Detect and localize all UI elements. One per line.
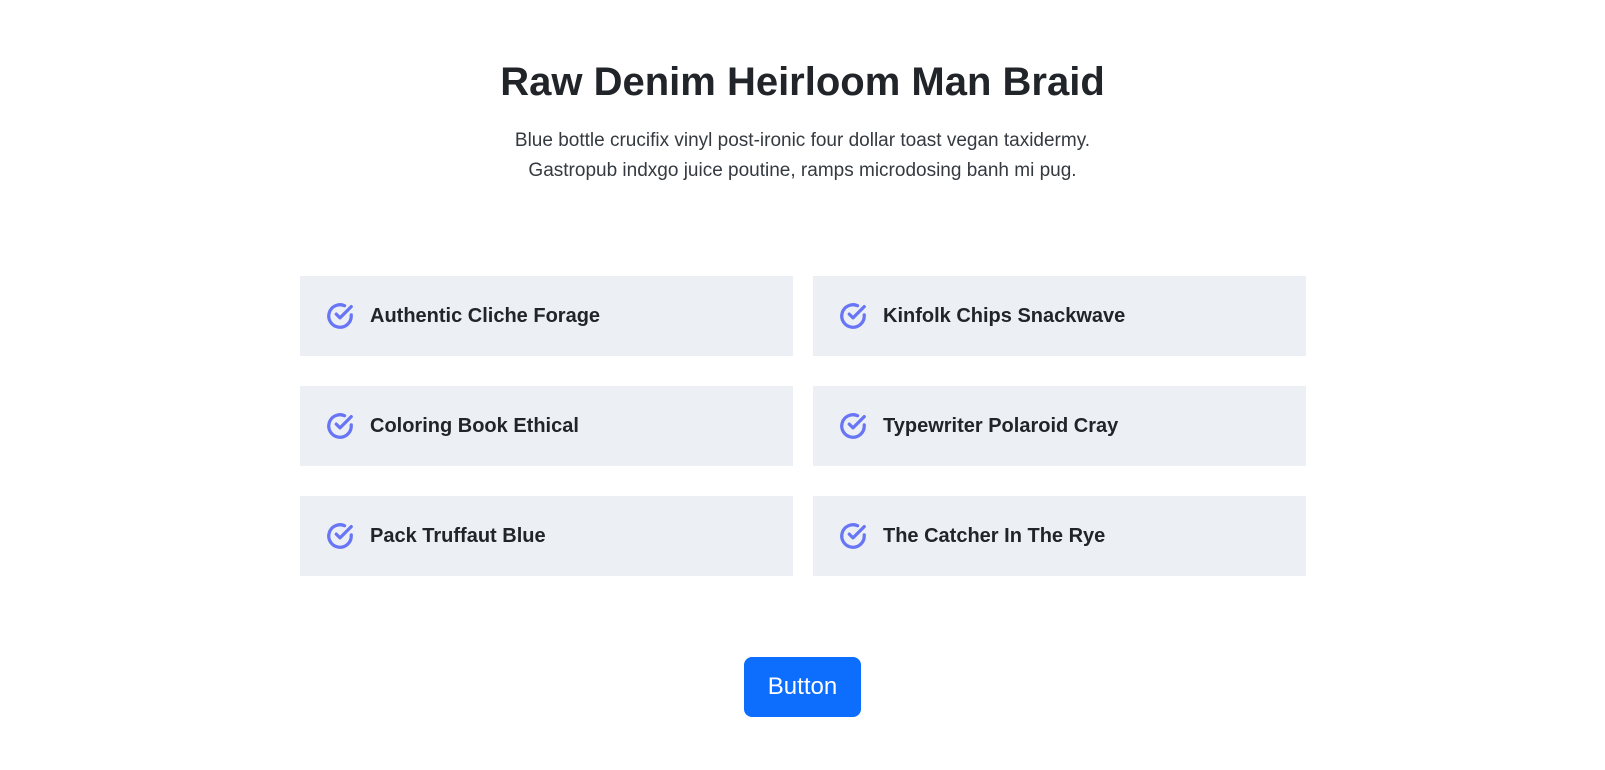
page: Raw Denim Heirloom Man Braid Blue bottle…: [0, 0, 1605, 770]
subtitle-line-2: Gastropub indxgo juice poutine, ramps mi…: [528, 160, 1077, 181]
feature-grid: Authentic Cliche Forage Kinfolk Chips Sn…: [300, 276, 1306, 576]
feature-item: The Catcher In The Rye: [813, 496, 1306, 576]
cta-button[interactable]: Button: [744, 657, 861, 717]
feature-item: Kinfolk Chips Snackwave: [813, 276, 1306, 356]
check-circle-icon: [838, 301, 868, 331]
feature-label: Typewriter Polaroid Cray: [883, 414, 1119, 437]
feature-item: Typewriter Polaroid Cray: [813, 386, 1306, 466]
feature-label: Coloring Book Ethical: [370, 414, 579, 437]
page-subtitle: Blue bottle crucifix vinyl post-ironic f…: [0, 126, 1605, 186]
check-circle-icon: [325, 521, 355, 551]
check-circle-icon: [838, 521, 868, 551]
page-title: Raw Denim Heirloom Man Braid: [500, 60, 1105, 104]
feature-item: Authentic Cliche Forage: [300, 276, 793, 356]
check-circle-icon: [325, 411, 355, 441]
subtitle-line-1: Blue bottle crucifix vinyl post-ironic f…: [514, 130, 1091, 151]
check-circle-icon: [838, 411, 868, 441]
feature-label: The Catcher In The Rye: [883, 524, 1106, 547]
feature-label: Authentic Cliche Forage: [370, 304, 601, 327]
feature-item: Coloring Book Ethical: [300, 386, 793, 466]
feature-label: Pack Truffaut Blue: [370, 524, 546, 547]
feature-item: Pack Truffaut Blue: [300, 496, 793, 576]
check-circle-icon: [325, 301, 355, 331]
feature-label: Kinfolk Chips Snackwave: [883, 304, 1126, 327]
